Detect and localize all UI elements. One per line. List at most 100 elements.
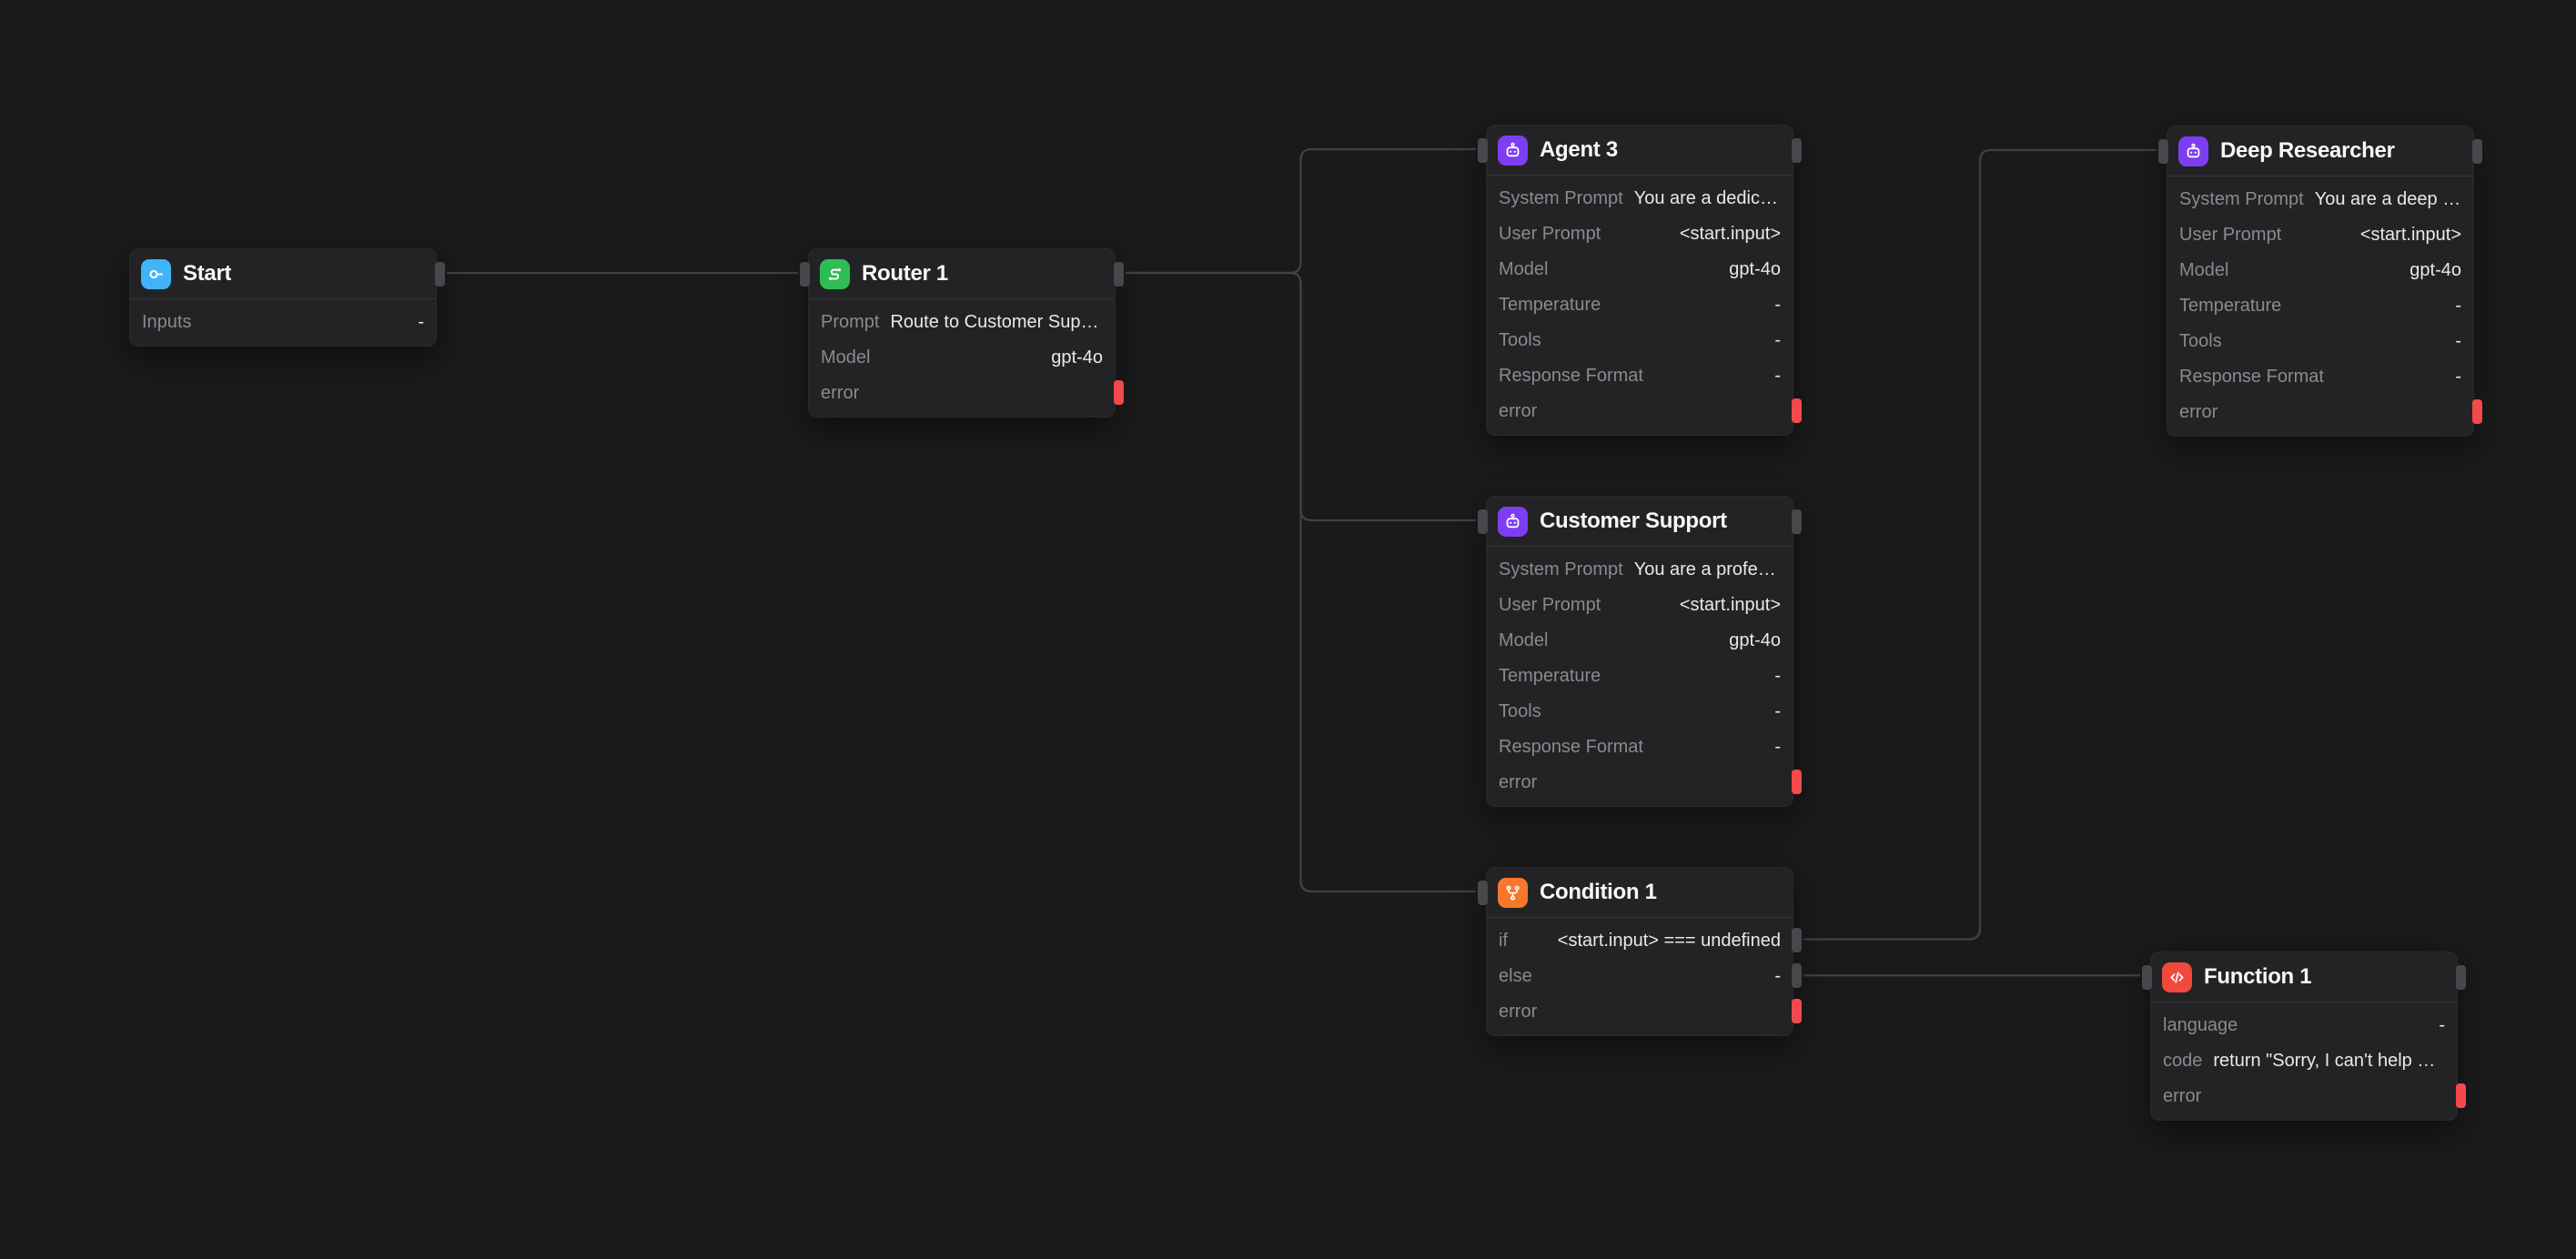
row-value: <start.input> bbox=[1611, 224, 1781, 245]
node-row-error: error bbox=[2151, 1079, 2457, 1114]
node-row-language: language- bbox=[2151, 1008, 2457, 1043]
output-handle[interactable] bbox=[1792, 138, 1802, 163]
start-icon bbox=[141, 259, 171, 289]
node-function-1[interactable]: Function 1 language-code return "Sorry, I … bbox=[2150, 952, 2458, 1121]
row-value: - bbox=[1611, 295, 1781, 316]
function-icon bbox=[2162, 962, 2192, 992]
error-handle-error[interactable] bbox=[2472, 399, 2482, 424]
row-value: return "Sorry, I can't help with ... bbox=[2213, 1051, 2445, 1072]
output-handle[interactable] bbox=[2472, 139, 2482, 164]
row-label: code bbox=[2163, 1051, 2202, 1072]
node-row-user-prompt: User Prompt<start.input> bbox=[2167, 217, 2473, 253]
node-body: if<start.input> === undefinedelse-error bbox=[1487, 918, 1793, 1035]
node-row-tools: Tools- bbox=[1487, 323, 1793, 358]
node-header: Function 1 bbox=[2151, 952, 2457, 1002]
node-header: Start bbox=[130, 249, 436, 299]
row-label: Tools bbox=[1499, 701, 1541, 722]
input-handle[interactable] bbox=[800, 262, 810, 287]
row-value: gpt-4o bbox=[1559, 259, 1781, 280]
node-header: Customer Support bbox=[1487, 497, 1793, 547]
node-body: System Prompt You are a deep res... User P… bbox=[2167, 176, 2473, 436]
row-label: Prompt bbox=[821, 312, 879, 333]
row-label: error bbox=[2163, 1086, 2201, 1107]
row-label: Model bbox=[1499, 630, 1548, 651]
row-value: - bbox=[2335, 367, 2461, 388]
node-row-model: Model gpt-4o bbox=[1487, 623, 1793, 659]
error-handle-error[interactable] bbox=[1792, 770, 1802, 794]
output-handle[interactable] bbox=[1792, 509, 1802, 534]
row-label: Response Format bbox=[1499, 737, 1643, 758]
node-row-system-prompt: System PromptYou are a professio... bbox=[1487, 552, 1793, 588]
node-title: Customer Support bbox=[1540, 509, 1727, 534]
row-value: You are a deep res... bbox=[2315, 189, 2461, 210]
input-handle[interactable] bbox=[1478, 509, 1488, 534]
condition-icon bbox=[1498, 878, 1528, 908]
agent-icon bbox=[2178, 136, 2208, 166]
row-label: error bbox=[1499, 1002, 1537, 1022]
row-label: Response Format bbox=[2179, 367, 2324, 388]
node-deep-researcher[interactable]: Deep Researcher System Prompt You are a de… bbox=[2167, 126, 2474, 437]
input-handle[interactable] bbox=[1478, 881, 1488, 905]
error-handle-error[interactable] bbox=[2456, 1083, 2466, 1108]
row-value: - bbox=[2233, 331, 2461, 352]
row-value: gpt-4o bbox=[1559, 630, 1781, 651]
node-title: Condition 1 bbox=[1540, 880, 1657, 905]
node-row-response-format: Response Format- bbox=[1487, 358, 1793, 394]
node-title: Start bbox=[183, 261, 231, 287]
router-icon bbox=[820, 259, 850, 289]
row-value: - bbox=[2248, 1015, 2445, 1036]
row-value: - bbox=[1654, 737, 1781, 758]
input-handle[interactable] bbox=[2142, 965, 2152, 990]
node-row-error: error bbox=[1487, 765, 1793, 801]
node-row-model: Modelgpt-4o bbox=[2167, 253, 2473, 288]
output-handle[interactable] bbox=[435, 262, 445, 287]
edge-router-1-to-agent-3[interactable] bbox=[1126, 149, 1476, 273]
node-body: System PromptYou are a dedicate...User P… bbox=[1487, 176, 1793, 435]
node-condition-1[interactable]: Condition 1 if<start.input> === undefined… bbox=[1486, 867, 1793, 1036]
node-row-tools: Tools- bbox=[2167, 324, 2473, 359]
node-customer-support[interactable]: Customer Support System PromptYou are a p… bbox=[1486, 496, 1793, 807]
node-start[interactable]: Start Inputs- bbox=[129, 248, 437, 347]
node-router-1[interactable]: Router 1PromptRoute to Customer Suppo...… bbox=[808, 248, 1116, 418]
node-row-prompt: PromptRoute to Customer Suppo... bbox=[809, 305, 1115, 340]
node-row-system-prompt: System PromptYou are a dedicate... bbox=[1487, 181, 1793, 217]
input-handle[interactable] bbox=[1478, 138, 1488, 163]
output-handle-if[interactable] bbox=[1792, 928, 1802, 952]
row-value: <start.input> bbox=[1611, 595, 1781, 616]
row-value: - bbox=[1611, 666, 1781, 687]
error-handle-error[interactable] bbox=[1114, 380, 1124, 405]
error-handle-error[interactable] bbox=[1792, 999, 1802, 1023]
node-header: Agent 3 bbox=[1487, 126, 1793, 176]
edge-condition-1-if-to-deep-researcher[interactable] bbox=[1803, 150, 2157, 940]
row-label: Model bbox=[821, 347, 870, 368]
node-row-temperature: Temperature- bbox=[2167, 288, 2473, 324]
output-handle[interactable] bbox=[2456, 965, 2466, 990]
node-row-else: else- bbox=[1487, 959, 1793, 994]
node-row-response-format: Response Format- bbox=[2167, 359, 2473, 395]
output-handle-else[interactable] bbox=[1792, 963, 1802, 988]
row-label: else bbox=[1499, 966, 1532, 987]
node-row-error: error bbox=[2167, 395, 2473, 430]
row-value: - bbox=[1552, 701, 1781, 722]
row-label: error bbox=[1499, 772, 1537, 793]
row-value: gpt-4o bbox=[881, 347, 1103, 368]
node-row-if: if<start.input> === undefined bbox=[1487, 923, 1793, 959]
node-row-error: error bbox=[809, 376, 1115, 411]
node-row-model: Modelgpt-4o bbox=[1487, 252, 1793, 287]
flow-canvas[interactable]: Start Inputs- Router 1PromptRoute to Custo… bbox=[0, 0, 2576, 1259]
row-label: User Prompt bbox=[2179, 225, 2281, 246]
row-label: System Prompt bbox=[2179, 189, 2304, 210]
row-label: Temperature bbox=[1499, 295, 1601, 316]
row-label: Temperature bbox=[2179, 296, 2281, 317]
node-agent-3[interactable]: Agent 3 System PromptYou are a dedicate..… bbox=[1486, 125, 1793, 436]
node-title: Function 1 bbox=[2204, 964, 2311, 990]
error-handle-error[interactable] bbox=[1792, 398, 1802, 423]
output-handle[interactable] bbox=[1114, 262, 1124, 287]
row-label: error bbox=[1499, 401, 1537, 422]
input-handle[interactable] bbox=[2158, 139, 2168, 164]
row-label: if bbox=[1499, 931, 1508, 952]
node-header: Deep Researcher bbox=[2167, 126, 2473, 176]
node-title: Agent 3 bbox=[1540, 137, 1618, 163]
edge-router-1-to-condition-1[interactable] bbox=[1126, 273, 1476, 891]
node-body: Inputs- bbox=[130, 299, 436, 346]
